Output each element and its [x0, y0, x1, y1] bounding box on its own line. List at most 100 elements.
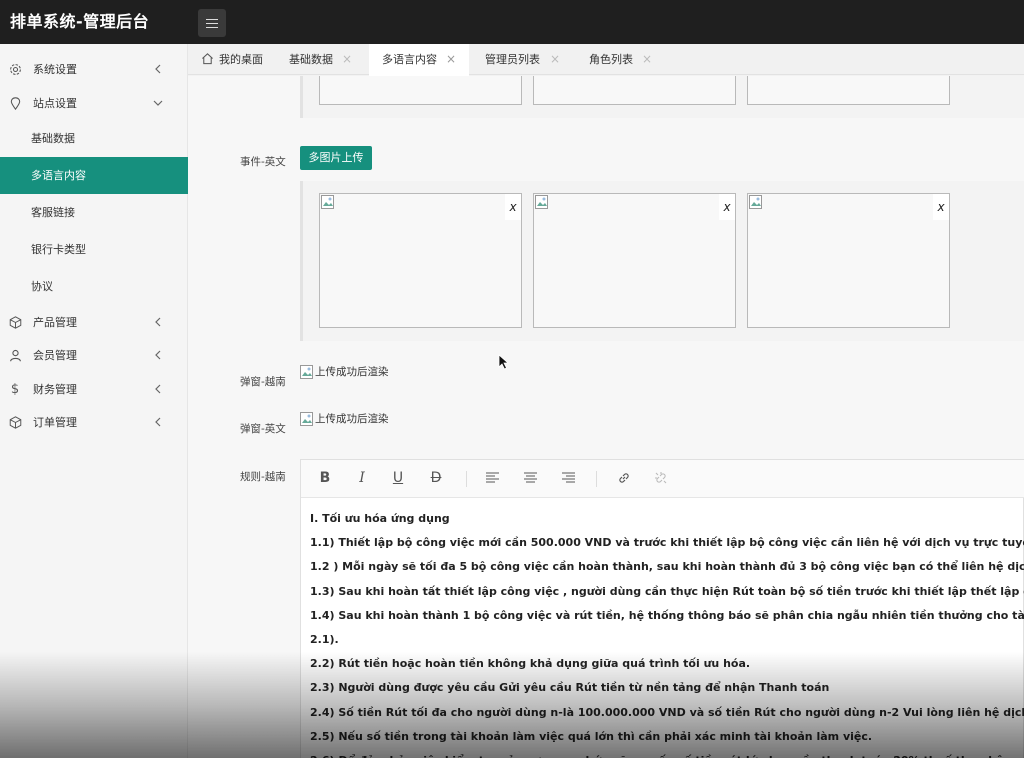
popup-vi-image[interactable]: 上传成功后渲染	[300, 364, 389, 379]
delete-image-button[interactable]: x	[933, 194, 949, 220]
image-thumbnail: x	[533, 193, 736, 328]
sidebar: 系统设置 站点设置 基础数据 多语言内容 客服链接 银行卡类型 协议 产品管理 …	[0, 44, 188, 758]
image-list-panel: x x x	[300, 181, 1024, 341]
broken-image-icon	[300, 364, 313, 379]
tab-admin-list[interactable]: 管理员列表 ×	[469, 44, 572, 75]
broken-image-icon	[321, 195, 334, 209]
tab-label: 多语言内容	[382, 53, 437, 66]
sidebar-item-label: 站点设置	[33, 97, 77, 110]
image-thumbnail: x	[319, 193, 522, 328]
image-thumbnail	[533, 76, 736, 105]
chevron-left-icon	[155, 384, 161, 394]
underline-button[interactable]: U	[389, 469, 407, 487]
align-right-icon	[561, 472, 575, 483]
main-content: 事件-英文 多图片上传 x x x 弹窗-越南 上传成功后渲染 弹窗-英文 上传…	[188, 76, 1024, 758]
app-title: 排单系统-管理后台	[10, 12, 150, 31]
tab-label: 基础数据	[289, 53, 333, 66]
delete-image-button[interactable]: x	[505, 194, 521, 220]
unlink-button[interactable]	[652, 469, 670, 487]
menu-icon	[206, 18, 218, 28]
sidebar-item-site-settings[interactable]: 站点设置	[0, 86, 188, 120]
tab-label: 我的桌面	[219, 53, 263, 66]
align-left-icon	[485, 472, 499, 483]
italic-button[interactable]: I	[353, 469, 371, 487]
editor-line: 2.4) Số tiền Rút tối đa cho người dùng n…	[310, 705, 1024, 719]
strikethrough-button[interactable]: D	[427, 469, 445, 487]
image-alt-text: 上传成功后渲染	[315, 413, 389, 425]
tab-bar: 我的桌面 基础数据 × 多语言内容 × 管理员列表 × 角色列表 ×	[188, 44, 1024, 76]
broken-image-icon	[300, 411, 313, 426]
align-left-button[interactable]	[483, 469, 501, 487]
image-thumbnail: x	[747, 193, 950, 328]
editor-line: 1.4) Sau khi hoàn thành 1 bộ công việc v…	[310, 608, 1024, 622]
top-header: 排单系统-管理后台	[0, 0, 1024, 44]
sidebar-item-products[interactable]: 产品管理	[0, 305, 188, 339]
bold-button[interactable]: B	[316, 469, 334, 487]
sidebar-item-system-settings[interactable]: 系统设置	[0, 52, 188, 86]
field-label-popup-en: 弹窗-英文	[240, 423, 286, 435]
chevron-left-icon	[155, 317, 161, 327]
image-list-panel-top	[300, 76, 1024, 118]
sidebar-subitem-multilang-content[interactable]: 多语言内容	[0, 157, 188, 194]
sidebar-item-label: 产品管理	[33, 316, 77, 329]
gear-icon	[8, 62, 22, 76]
sidebar-subitem-support-links[interactable]: 客服链接	[0, 194, 188, 231]
tab-basic-data[interactable]: 基础数据 ×	[274, 44, 369, 75]
chevron-down-icon	[153, 100, 163, 106]
sidebar-item-label: 系统设置	[33, 63, 77, 76]
editor-line: I. Tối ưu hóa ứng dụng	[310, 512, 450, 525]
rich-text-editor[interactable]: B I U D I. Tối ưu hóa ứng dụng 1.1) Thiế…	[300, 459, 1024, 758]
close-icon[interactable]: ×	[446, 44, 456, 75]
unlink-icon	[655, 472, 667, 484]
editor-line: 2.2) Rút tiền hoặc hoàn tiền không khả d…	[310, 657, 751, 671]
field-label-popup-vi: 弹窗-越南	[240, 376, 286, 388]
insert-link-button[interactable]	[615, 469, 633, 487]
image-alt-text: 上传成功后渲染	[315, 366, 389, 378]
editor-line: 1.1) Thiết lập bộ công việc mới cần 500.…	[310, 536, 1024, 550]
close-icon[interactable]: ×	[642, 44, 652, 75]
editor-toolbar: B I U D	[301, 460, 1024, 498]
mouse-cursor-icon	[498, 354, 510, 370]
toolbar-divider	[596, 471, 597, 487]
chevron-left-icon	[155, 64, 161, 74]
tab-label: 角色列表	[589, 53, 633, 66]
editor-line: 1.2 ) Mỗi ngày sẽ tối đa 5 bộ công việc …	[310, 560, 1024, 574]
location-icon	[8, 96, 22, 110]
tab-multilang-content[interactable]: 多语言内容 ×	[369, 44, 469, 76]
image-thumbnail	[747, 76, 950, 105]
field-label-event-en: 事件-英文	[240, 156, 286, 168]
broken-image-icon	[749, 195, 762, 209]
chevron-left-icon	[155, 417, 161, 427]
editor-content[interactable]: I. Tối ưu hóa ứng dụng 1.1) Thiết lập bộ…	[310, 507, 1024, 758]
sidebar-item-orders[interactable]: 订单管理	[0, 405, 188, 439]
editor-line: 2.5) Nếu số tiền trong tài khoản làm việ…	[310, 729, 873, 743]
sidebar-item-label: 会员管理	[33, 349, 77, 362]
dollar-icon: $	[10, 381, 20, 397]
delete-image-button[interactable]: x	[719, 194, 735, 220]
home-icon	[202, 53, 213, 65]
image-thumbnail	[319, 76, 522, 105]
broken-image-icon	[535, 195, 548, 209]
sidebar-item-finance[interactable]: $ 财务管理	[0, 372, 188, 406]
align-right-button[interactable]	[559, 469, 577, 487]
sidebar-subitem-bank-card-types[interactable]: 银行卡类型	[0, 231, 188, 268]
sidebar-subitem-agreement[interactable]: 协议	[0, 268, 188, 305]
popup-en-image[interactable]: 上传成功后渲染	[300, 411, 389, 426]
sidebar-subitem-basic-data[interactable]: 基础数据	[0, 120, 188, 157]
tab-role-list[interactable]: 角色列表 ×	[572, 44, 672, 75]
box-icon	[8, 315, 22, 329]
chevron-left-icon	[155, 350, 161, 360]
editor-line: 1.3) Sau khi hoàn tất thiết lập công việ…	[310, 584, 1024, 598]
close-icon[interactable]: ×	[342, 44, 352, 75]
sidebar-item-members[interactable]: 会员管理	[0, 338, 188, 372]
align-center-button[interactable]	[521, 469, 539, 487]
sidebar-item-label: 财务管理	[33, 383, 77, 396]
field-label-rules-vi: 规则-越南	[240, 471, 286, 483]
close-icon[interactable]: ×	[550, 44, 560, 75]
multi-image-upload-button[interactable]: 多图片上传	[300, 146, 372, 170]
sidebar-item-label: 订单管理	[33, 416, 77, 429]
editor-line: 2.3) Người dùng được yêu cầu Gửi yêu cầu…	[310, 681, 830, 695]
tab-my-desktop[interactable]: 我的桌面	[188, 44, 274, 75]
sidebar-toggle-button[interactable]	[198, 9, 226, 37]
link-icon	[619, 473, 629, 483]
